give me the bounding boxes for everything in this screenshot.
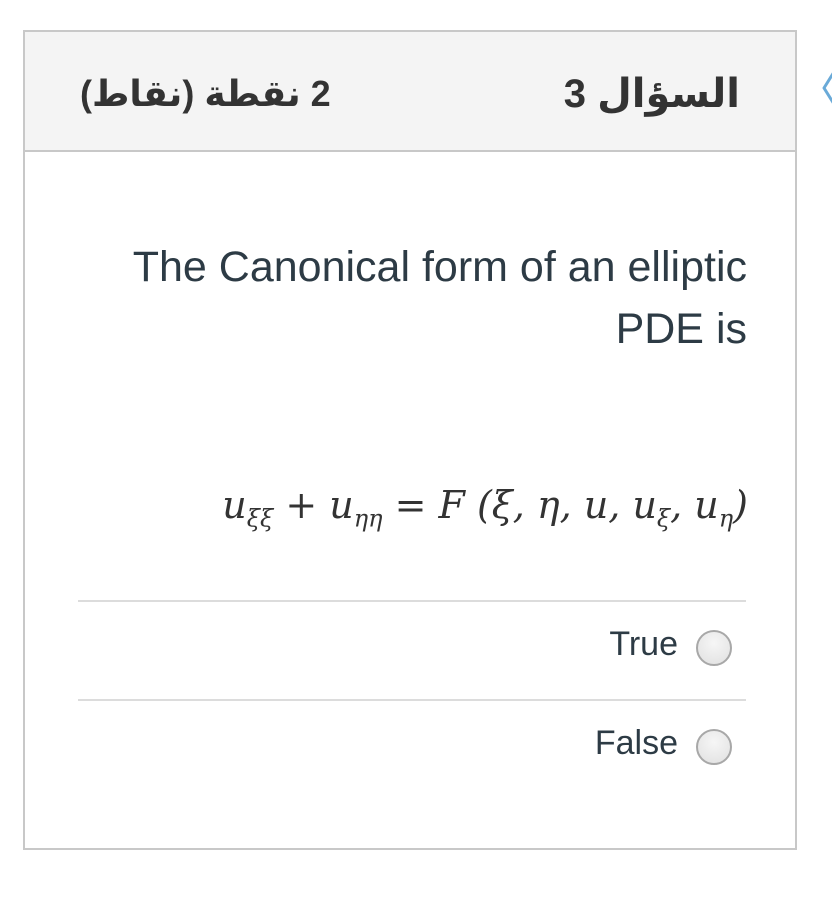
answer-label-true: True — [609, 625, 678, 663]
radio-false-icon[interactable] — [696, 729, 732, 765]
previous-question-chevron-icon[interactable] — [820, 66, 832, 110]
question-card: السؤال 3 2 نقطة (نقاط) The Canonical for… — [23, 30, 797, 850]
question-points: 2 نقطة (نقاط) — [80, 73, 331, 114]
answer-option-true[interactable]: True — [78, 602, 746, 692]
question-text: The Canonical form of an elliptic PDE is — [132, 243, 747, 353]
question-title: السؤال 3 — [563, 72, 740, 116]
radio-true-icon[interactable] — [696, 630, 732, 666]
question-formula: uξξ + uηη = F (ξ, η, u, uξ, uη) — [222, 483, 748, 533]
question-header: السؤال 3 2 نقطة (نقاط) — [25, 32, 795, 152]
answer-label-false: False — [594, 724, 678, 762]
answer-option-false[interactable]: False — [78, 701, 746, 791]
